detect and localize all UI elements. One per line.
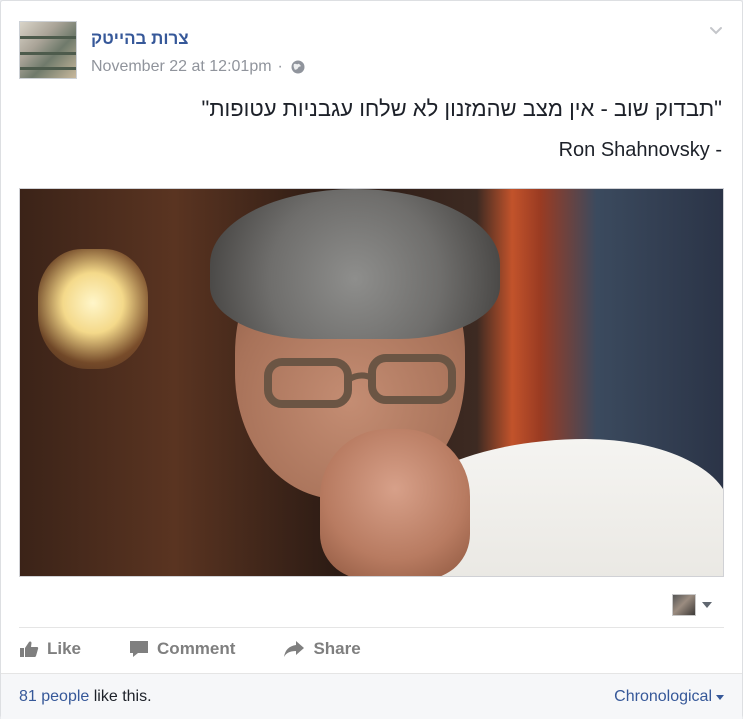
post-meta: November 22 at 12:01pm · [91,58,305,76]
globe-icon[interactable] [291,60,305,74]
page-avatar[interactable] [19,21,77,79]
comment-button[interactable]: Comment [129,639,235,659]
thumbs-up-icon [20,641,39,657]
caret-down-icon [716,695,724,700]
glasses [264,354,456,408]
comment-label: Comment [157,639,236,658]
post-timestamp[interactable]: November 22 at 12:01pm [91,58,272,76]
likes-count-link[interactable]: 81 people [19,688,89,705]
hand-over-mouth [320,429,470,576]
actor-avatar [672,594,696,616]
likes-suffix: like this. [89,687,152,705]
meta-separator: · [277,58,283,75]
share-label: Share [313,639,361,658]
post-footer: 81 people like this. Chronological [1,673,742,719]
post-text-attribution: Ron Shahnovsky - [558,139,722,161]
post-text-quote: "תבדוק שוב - אין מצב שהמזנון לא שלחו עגב… [201,96,722,121]
page-name-link[interactable]: צרות בהייטק [91,29,189,49]
likes-summary: 81 people like this. [19,688,152,706]
divider [19,627,724,628]
caret-down-icon [702,602,712,608]
action-bar: Like Comment Share [19,639,409,659]
share-arrow-icon [284,641,305,657]
gray-hair [210,189,500,339]
comment-icon [130,641,149,657]
actor-selector[interactable] [672,594,712,616]
post-photo[interactable] [19,188,724,577]
sort-order-dropdown[interactable]: Chronological [614,688,724,706]
chevron-down-icon[interactable] [708,23,724,39]
share-button[interactable]: Share [283,639,361,659]
lamp-light [38,249,148,369]
like-label: Like [47,639,82,658]
post-card: צרות בהייטק November 22 at 12:01pm · "תב… [0,0,743,719]
sort-order-label: Chronological [614,687,712,705]
like-button[interactable]: Like [19,639,81,659]
